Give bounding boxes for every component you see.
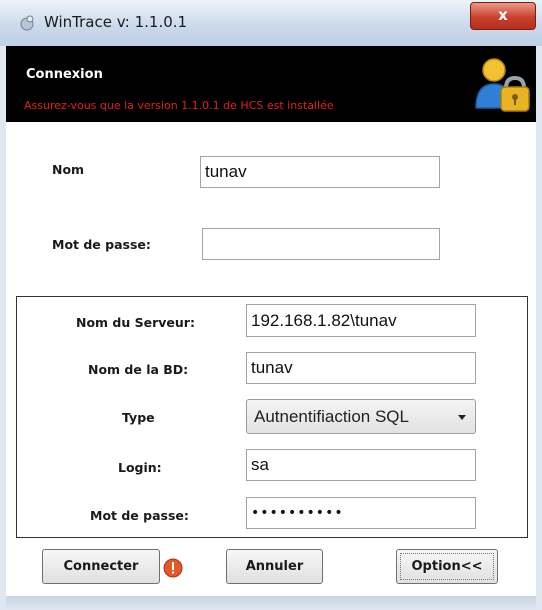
- alert-icon: [163, 558, 183, 578]
- auth-type-label: Type: [122, 410, 155, 425]
- db-password-input[interactable]: ••••••••••: [246, 497, 476, 529]
- options-button-label: Option<<: [411, 559, 483, 574]
- auth-type-value: Autnentifiaction SQL: [254, 407, 409, 426]
- version-warning: Assurez-vous que la version 1.1.0.1 de H…: [24, 99, 334, 112]
- window-title: WinTrace v: 1.1.0.1: [44, 13, 188, 31]
- auth-type-select[interactable]: Autnentifiaction SQL: [246, 399, 476, 434]
- options-button[interactable]: Option<<: [396, 549, 498, 584]
- name-input[interactable]: tunav: [200, 156, 440, 188]
- user-lock-icon: [475, 58, 530, 112]
- window-bottom-edge: [6, 596, 536, 610]
- title-bar: WinTrace v: 1.1.0.1 x: [0, 0, 542, 46]
- login-label: Login:: [118, 460, 162, 475]
- connect-button[interactable]: Connecter: [42, 549, 160, 584]
- wintrace-login-window: WinTrace v: 1.1.0.1 x Connexion Assurez-…: [0, 0, 542, 610]
- banner-heading: Connexion: [26, 67, 103, 82]
- close-icon: x: [498, 6, 508, 24]
- db-password-label: Mot de passe:: [90, 508, 189, 523]
- password-label: Mot de passe:: [52, 237, 151, 252]
- db-name-input[interactable]: tunav: [246, 352, 476, 384]
- server-name-label: Nom du Serveur:: [76, 315, 195, 330]
- db-name-label: Nom de la BD:: [88, 362, 189, 377]
- server-name-input[interactable]: 192.168.1.82\tunav: [246, 304, 476, 337]
- cancel-button-label: Annuler: [245, 559, 304, 574]
- chevron-down-icon: [458, 415, 466, 420]
- wintrace-app-icon: [20, 15, 34, 31]
- cancel-button[interactable]: Annuler: [226, 549, 323, 584]
- password-input[interactable]: [202, 228, 440, 260]
- name-label: Nom: [52, 162, 85, 177]
- close-button[interactable]: x: [470, 2, 536, 30]
- login-input[interactable]: sa: [246, 449, 476, 481]
- header-banner: Connexion Assurez-vous que la version 1.…: [6, 46, 536, 122]
- connect-button-label: Connecter: [63, 559, 139, 574]
